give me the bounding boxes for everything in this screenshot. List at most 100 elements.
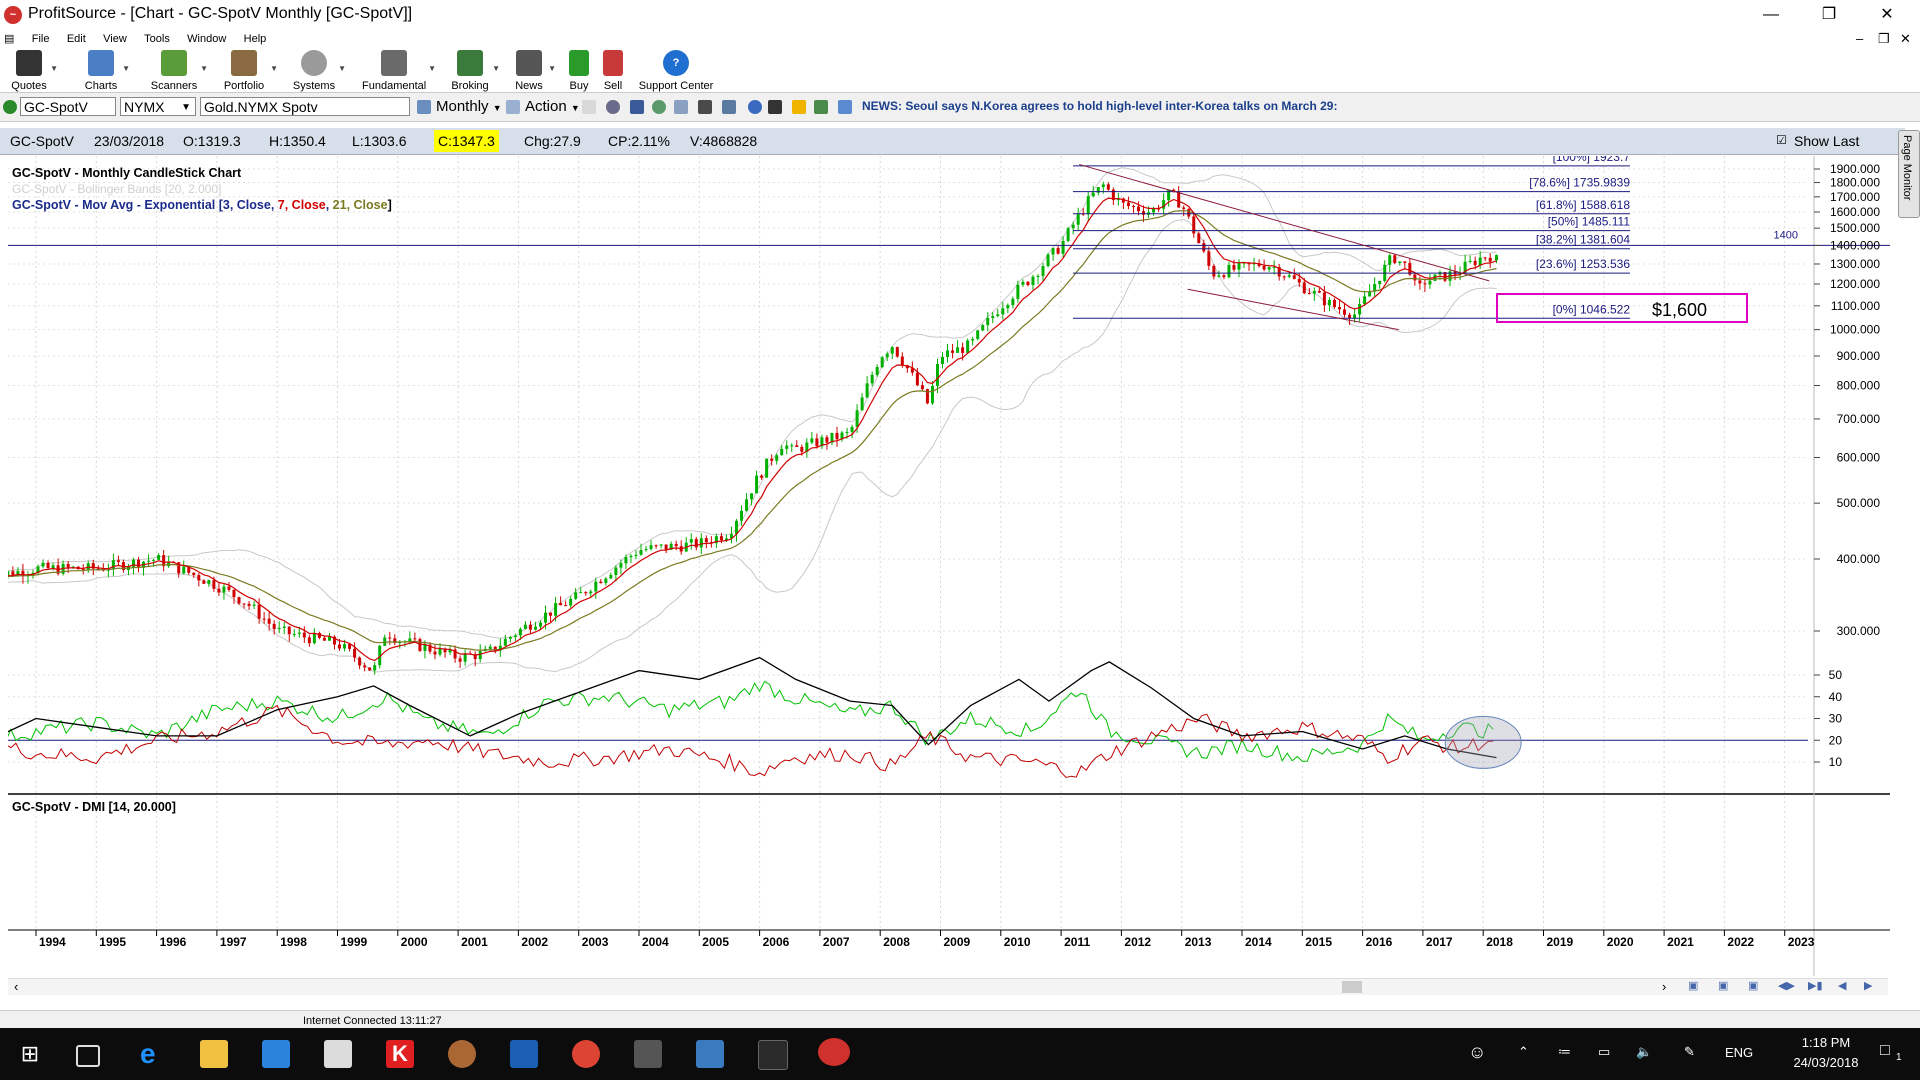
mdi-minimize-button[interactable]: – [1856,30,1863,48]
paint-icon[interactable] [448,1040,476,1068]
news-filter-icon[interactable] [838,100,852,114]
candle-body [1302,282,1306,294]
dropdown-arrow-icon[interactable]: ▼ [50,64,58,73]
dropdown-arrow-icon[interactable]: ▼ [492,64,500,73]
candle-body [41,562,45,567]
signal-icon[interactable] [814,100,828,114]
mdi-close-button[interactable]: ✕ [1900,30,1911,48]
tools-icon[interactable] [698,100,712,114]
show-last-checkbox[interactable]: ☑ [1776,133,1787,147]
task-view-icon[interactable] [76,1045,100,1067]
chart-area[interactable]: [100%] 1923.7 [78.6%] 1735.9839 [61.8%] 15… [8,156,1890,986]
language-indicator[interactable]: ENG [1725,1045,1753,1060]
network-icon[interactable]: ≔ [1558,1044,1571,1060]
volume-icon[interactable]: 🔈 [1636,1044,1652,1060]
camera-icon[interactable] [634,1040,662,1068]
candle-body [1046,254,1050,267]
menu-view[interactable]: View [96,30,134,48]
minimize-button[interactable]: — [1748,2,1794,28]
scroll-left-icon[interactable]: ‹ [14,979,18,994]
fundamental-button[interactable]: Fundamental ▼ [362,50,436,92]
dropdown-arrow-icon[interactable]: ▼ [428,64,436,73]
dropdown-arrow-icon[interactable]: ▼ [338,64,346,73]
step-left-icon[interactable]: ◀ [1838,979,1846,992]
horizontal-scrollbar[interactable]: ‹ › ▣ ▣ ▣ ◀▶ ▶▮ ◀ ▶ [8,978,1888,995]
crosshair-icon[interactable] [606,100,620,114]
candle-body [237,597,241,604]
lightbulb-icon[interactable] [748,100,762,114]
start-icon[interactable]: ⊞ [16,1040,44,1068]
page-monitor-tab[interactable]: Page Monitor [1898,130,1920,218]
candle-body [755,475,759,494]
file-explorer-icon[interactable] [200,1040,228,1068]
dropdown-arrow-icon[interactable]: ▼ [122,64,130,73]
scanners-button[interactable]: Scanners ▼ [150,50,208,92]
candle-body [343,644,347,649]
action-menu[interactable]: Action ▼ [525,98,580,115]
candle-body [1227,264,1231,278]
candle-body [1222,275,1226,278]
scan-icon[interactable] [768,100,782,114]
edge-icon[interactable]: e [140,1040,168,1068]
notification-icon[interactable]: □ [1880,1042,1890,1060]
k-app-icon[interactable]: K [386,1040,414,1068]
battery-icon[interactable]: ▭ [1598,1044,1610,1060]
title-bar: ~ ProfitSource - [Chart - GC-SpotV Month… [0,0,1920,30]
broking-button[interactable]: Broking ▼ [450,50,500,92]
restore-button[interactable]: ❐ [1806,2,1852,28]
buy-button[interactable]: Buy [566,50,592,92]
go-app-icon[interactable] [758,1040,788,1070]
news-button[interactable]: News ▼ [512,50,556,92]
news-ticker[interactable]: NEWS: Seoul says N.Korea agrees to hold … [862,99,1337,113]
dropdown-arrow-icon[interactable]: ▼ [548,64,556,73]
menu-window[interactable]: Window [180,30,233,48]
zoom-out-icon[interactable]: ▣ [1718,979,1728,992]
store-icon[interactable] [262,1040,290,1068]
candle-body [956,347,960,353]
menu-tools[interactable]: Tools [137,30,177,48]
quotes-button[interactable]: Quotes ▼ [10,50,58,92]
scroll-thumb[interactable] [1342,981,1362,993]
zoom-icon[interactable] [652,100,666,114]
scroll-right-icon[interactable]: › [1662,979,1666,994]
pen-icon[interactable]: ✎ [1684,1044,1695,1060]
x-tick-label: 2021 [1667,935,1694,949]
indicator-icon[interactable] [722,100,736,114]
fit-icon[interactable]: ▣ [1748,979,1758,992]
support-center-button[interactable]: ? Support Center [636,50,716,92]
security-name-field[interactable]: Gold.NYMX Spotv [200,97,410,116]
menu-edit[interactable]: Edit [60,30,93,48]
chrome-icon[interactable] [572,1040,600,1068]
systems-button[interactable]: Systems ▼ [292,50,346,92]
step-right-icon[interactable]: ▶ [1864,979,1872,992]
blank-page-icon[interactable] [582,100,596,114]
defender-icon[interactable] [510,1040,538,1068]
scroll-end-icon[interactable]: ▶▮ [1808,979,1823,992]
portfolio-button[interactable]: Portfolio ▼ [220,50,278,92]
charts-button[interactable]: Charts ▼ [82,50,130,92]
clock-date[interactable]: 24/03/2018 [1784,1055,1868,1070]
calculator-icon[interactable] [324,1040,352,1068]
exchange-select[interactable]: NYMX ▼ [120,97,196,116]
scroll-both-icon[interactable]: ◀▶ [1778,979,1795,992]
chevron-up-icon[interactable]: ⌃ [1518,1044,1529,1060]
symbol-input[interactable]: GC-SpotV [20,97,116,116]
people-icon[interactable]: ☺ [1468,1042,1486,1063]
close-button[interactable]: ✕ [1864,2,1910,28]
clock-time[interactable]: 1:18 PM [1784,1035,1868,1050]
snipping-icon[interactable] [696,1040,724,1068]
layout-icon[interactable] [674,100,688,114]
star-icon[interactable] [792,100,806,114]
zoom-in-icon[interactable]: ▣ [1688,979,1698,992]
dropdown-arrow-icon[interactable]: ▼ [200,64,208,73]
dropdown-arrow-icon[interactable]: ▼ [270,64,278,73]
candle-body [795,445,799,447]
menu-help[interactable]: Help [237,30,274,48]
mdi-restore-button[interactable]: ❐ [1878,30,1890,48]
go-icon[interactable] [3,100,17,114]
menu-file[interactable]: File [25,30,57,48]
period-select[interactable]: Monthly ▼ [436,98,502,115]
profitsource-icon[interactable] [818,1038,850,1066]
sell-button[interactable]: Sell [600,50,626,92]
save-icon[interactable] [630,100,644,114]
